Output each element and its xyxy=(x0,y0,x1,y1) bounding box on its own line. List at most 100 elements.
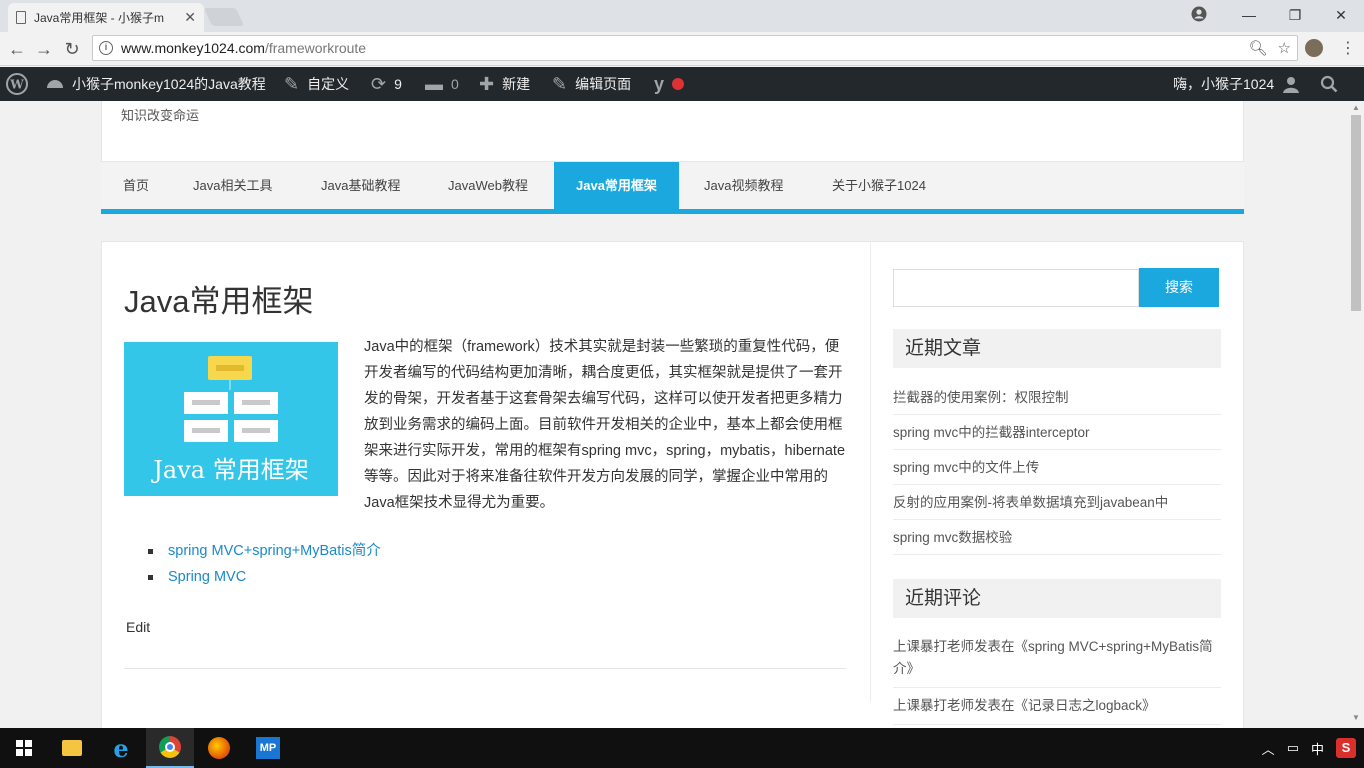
browser-tab[interactable]: Java常用框架 - 小猴子m ✕ xyxy=(8,3,204,32)
taskbar-chrome[interactable] xyxy=(146,728,194,768)
forward-icon[interactable]: → xyxy=(33,38,55,60)
site-info-icon[interactable]: i xyxy=(99,41,113,55)
nav-item-java-frameworks[interactable]: Java常用框架 xyxy=(554,162,679,210)
tray-chevron-icon[interactable]: ︿ xyxy=(1262,739,1275,758)
new-content-menu[interactable]: ✚ 新建 xyxy=(479,67,530,101)
ime-indicator[interactable]: 中 xyxy=(1311,739,1324,758)
edit-page-label: 编辑页面 xyxy=(575,76,632,92)
bookmark-star-icon[interactable]: ☆ xyxy=(1278,39,1291,57)
search-input[interactable] xyxy=(893,269,1139,307)
url-path: /frameworkroute xyxy=(264,40,367,56)
recent-comment-item[interactable]: 上课暴打老师发表在《spring MVC+spring+MyBatis简介》 xyxy=(893,629,1221,688)
reload-icon[interactable]: ↻ xyxy=(61,38,83,60)
start-button[interactable] xyxy=(0,728,48,768)
post-links: spring MVC+spring+MyBatis简介 Spring MVC xyxy=(148,538,381,590)
site-header: 知识改变命运 xyxy=(101,101,1244,161)
recent-post-item[interactable]: spring mvc数据校验 xyxy=(893,520,1221,555)
user-avatar-icon xyxy=(1283,77,1300,93)
wp-admin-bar: W 小猴子monkey1024的Java教程 ✎ 自定义 ⟳ 9 ▬ 0 ✚ 新… xyxy=(0,67,1364,101)
url-host: www.monkey1024.com xyxy=(121,40,265,56)
nav-item-java-videos[interactable]: Java视频教程 xyxy=(704,162,783,210)
dashboard-icon xyxy=(47,80,63,88)
internet-explorer-icon: e xyxy=(113,733,129,763)
sogou-input-icon[interactable]: S xyxy=(1336,738,1356,758)
network-icon[interactable]: ▭ xyxy=(1287,740,1299,756)
recent-post-item[interactable]: 拦截器的使用案例：权限控制 xyxy=(893,380,1221,415)
minimize-button[interactable]: — xyxy=(1226,7,1272,23)
scroll-down-icon[interactable]: ▼ xyxy=(1352,713,1360,722)
recent-post-item[interactable]: 反射的应用案例-将表单数据填充到javabean中 xyxy=(893,485,1221,520)
folder-icon xyxy=(62,740,82,756)
browser-menu-icon[interactable]: ⋮ xyxy=(1340,38,1356,58)
edit-page-menu[interactable]: ✎ 编辑页面 xyxy=(552,67,631,101)
nav-item-java-tools[interactable]: Java相关工具 xyxy=(193,162,272,210)
browser-toolbar: ← → ↻ i www.monkey1024.com/frameworkrout… xyxy=(0,32,1364,66)
post-link-spring-mvc[interactable]: Spring MVC xyxy=(148,564,381,590)
new-tab-button[interactable] xyxy=(203,8,245,26)
main-navigation: 首页 Java相关工具 Java基础教程 JavaWeb教程 Java常用框架 … xyxy=(101,161,1244,214)
taskbar-firefox[interactable] xyxy=(195,728,243,768)
firefox-icon xyxy=(208,737,230,759)
site-tagline: 知识改变命运 xyxy=(121,108,200,123)
search-button[interactable]: 搜索 xyxy=(1139,268,1219,307)
wordpress-logo-icon[interactable]: W xyxy=(6,67,28,101)
comment-bubble-icon: ▬ xyxy=(425,73,443,94)
admin-search-icon[interactable] xyxy=(1320,67,1338,101)
nav-item-javaweb[interactable]: JavaWeb教程 xyxy=(448,162,528,210)
page-title: Java常用框架 xyxy=(124,284,314,319)
system-tray: ︿ ▭ 中 S xyxy=(1262,728,1356,768)
recent-post-item[interactable]: spring mvc中的拦截器interceptor xyxy=(893,415,1221,450)
edit-link[interactable]: Edit xyxy=(126,619,150,635)
content-area: Java常用框架 Java 常用框架 Java中的框架（framework）技术… xyxy=(101,241,1244,728)
sidebar-divider xyxy=(870,242,871,702)
comments-menu[interactable]: ▬ 0 xyxy=(425,67,459,101)
address-bar[interactable]: i www.monkey1024.com/frameworkroute 🔍︎ ☆ xyxy=(92,35,1298,61)
recent-comment-item[interactable]: 上课暴打老师发表在《记录日志之logback》 xyxy=(893,688,1221,725)
recent-post-item[interactable]: spring mvc中的文件上传 xyxy=(893,450,1221,485)
back-icon[interactable]: ← xyxy=(6,38,28,60)
zoom-icon[interactable]: 🔍︎ xyxy=(1249,39,1268,57)
updates-menu[interactable]: ⟳ 9 xyxy=(371,67,402,101)
new-label: 新建 xyxy=(502,76,531,92)
recent-posts-title: 近期文章 xyxy=(893,329,1221,368)
pencil-icon: ✎ xyxy=(552,73,568,94)
entry-divider xyxy=(124,668,846,669)
tab-close-icon[interactable]: ✕ xyxy=(184,9,196,26)
updates-count: 9 xyxy=(394,76,402,92)
taskbar-file-explorer[interactable] xyxy=(48,728,96,768)
featured-image: Java 常用框架 xyxy=(124,342,338,496)
window-controls: — ❐ ✕ xyxy=(1226,0,1364,30)
scroll-up-icon[interactable]: ▲ xyxy=(1352,103,1360,112)
nav-item-home[interactable]: 首页 xyxy=(123,162,149,210)
windows-logo-icon xyxy=(16,740,32,756)
extension-icon[interactable] xyxy=(1305,39,1323,57)
recent-comments-title: 近期评论 xyxy=(893,579,1221,618)
greeting: 嗨，小猴子1024 xyxy=(1173,76,1275,92)
customize-label: 自定义 xyxy=(307,76,350,92)
post-link-ssm-intro[interactable]: spring MVC+spring+MyBatis简介 xyxy=(148,538,381,564)
mp-app-icon: MP xyxy=(256,737,280,759)
tab-title: Java常用框架 - 小猴子m xyxy=(34,11,165,25)
page-viewport: 知识改变命运 首页 Java相关工具 Java基础教程 JavaWeb教程 Ja… xyxy=(0,101,1348,728)
profile-icon[interactable] xyxy=(1191,6,1207,22)
yoast-seo-menu[interactable]: y xyxy=(654,67,685,101)
recent-posts-list: 拦截器的使用案例：权限控制 spring mvc中的拦截器interceptor… xyxy=(893,380,1221,555)
taskbar-internet-explorer[interactable]: e xyxy=(97,728,145,768)
nav-item-java-basics[interactable]: Java基础教程 xyxy=(321,162,400,210)
browser-tab-strip: Java常用框架 - 小猴子m ✕ — ❐ ✕ xyxy=(0,0,1364,32)
my-account-menu[interactable]: 嗨，小猴子1024 xyxy=(1173,67,1300,101)
recent-comments-list: 上课暴打老师发表在《spring MVC+spring+MyBatis简介》 上… xyxy=(893,629,1221,725)
chrome-icon xyxy=(159,736,181,758)
comments-count: 0 xyxy=(451,76,459,92)
featured-image-caption: Java 常用框架 xyxy=(150,456,308,484)
scrollbar-thumb[interactable] xyxy=(1351,115,1361,311)
customize-menu[interactable]: ✎ 自定义 xyxy=(284,67,349,101)
site-name-menu[interactable]: 小猴子monkey1024的Java教程 xyxy=(46,67,266,101)
post-body: Java中的框架（framework）技术其实就是封装一些繁琐的重复性代码，便开… xyxy=(364,339,846,511)
nav-item-about[interactable]: 关于小猴子1024 xyxy=(832,162,926,210)
close-window-button[interactable]: ✕ xyxy=(1318,7,1364,24)
restore-button[interactable]: ❐ xyxy=(1272,7,1318,24)
svg-text:W: W xyxy=(9,78,24,92)
taskbar-mp-app[interactable]: MP xyxy=(244,728,292,768)
page-scrollbar[interactable]: ▲ ▼ xyxy=(1348,101,1364,728)
